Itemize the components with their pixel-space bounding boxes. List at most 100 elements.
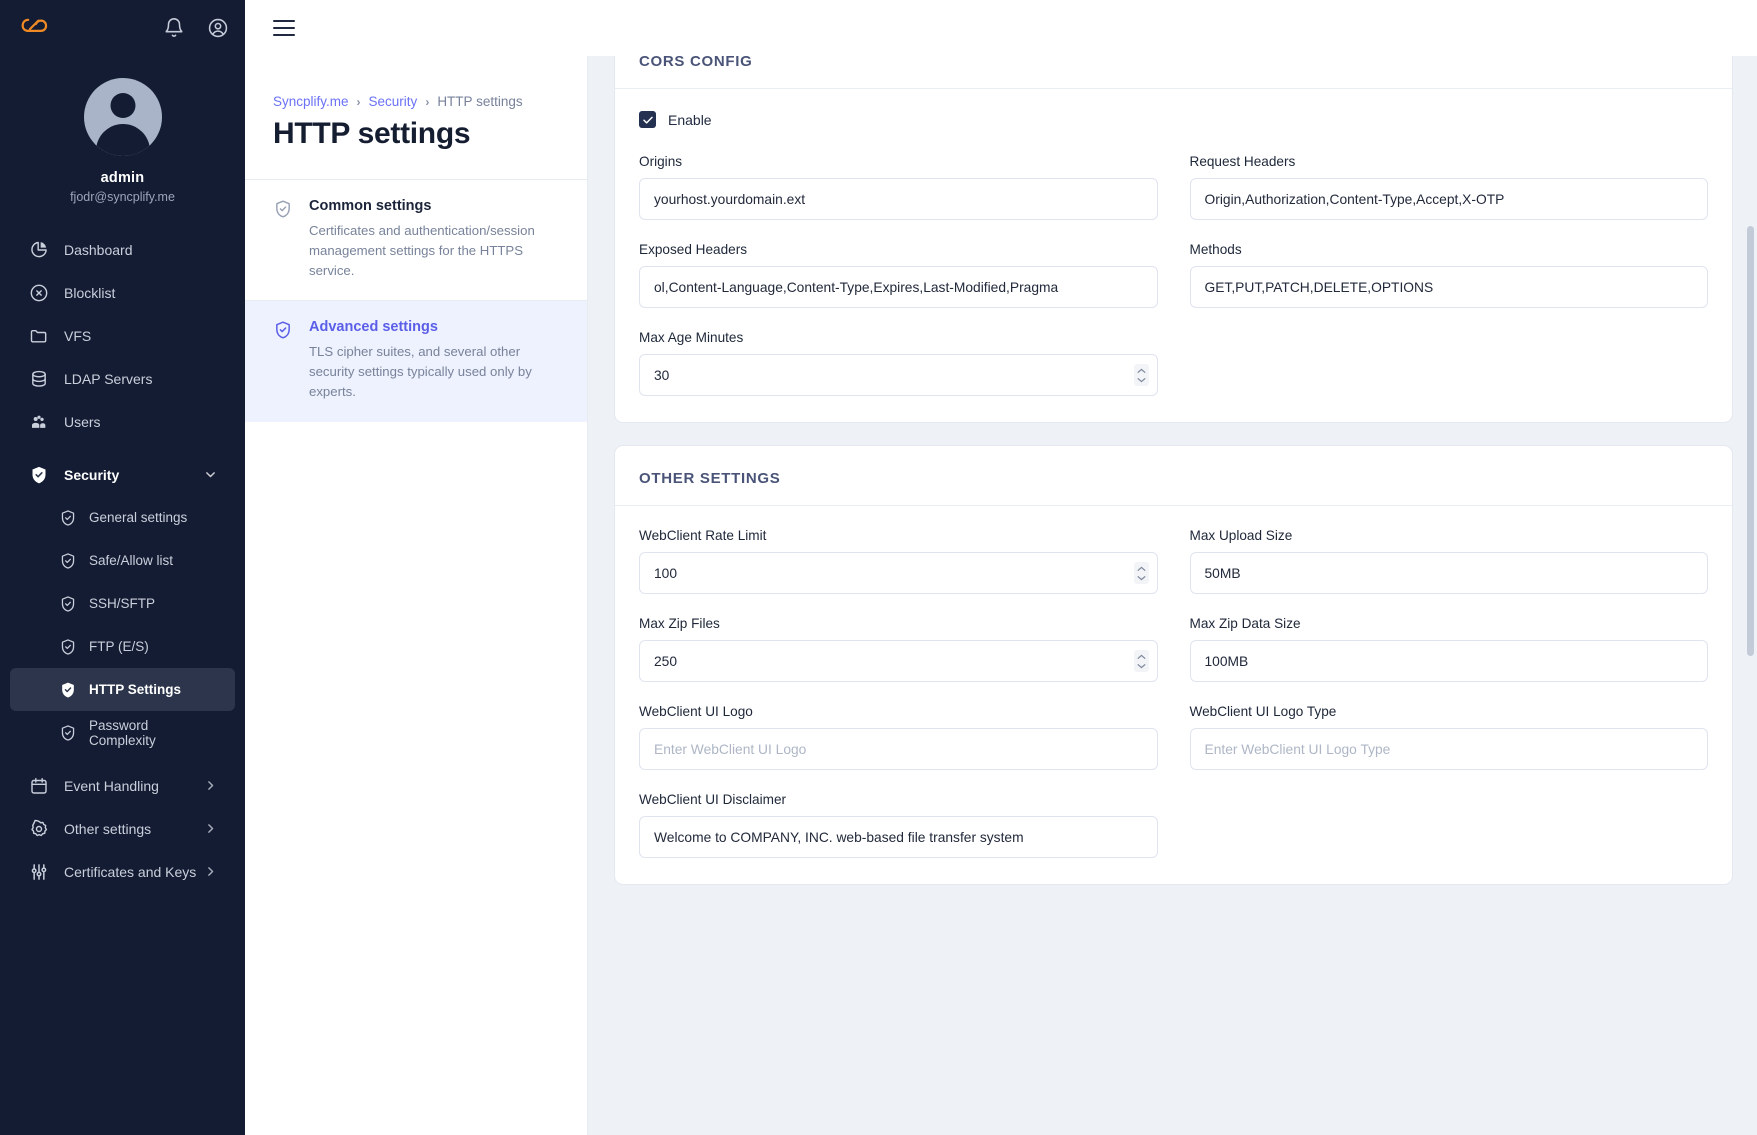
calendar-icon [28, 775, 50, 797]
users-icon [28, 411, 50, 433]
sidebar-item-password-complexity[interactable]: Password Complexity [10, 711, 235, 754]
field-max-age-minutes: Max Age Minutes [639, 330, 1158, 396]
breadcrumb-item-0[interactable]: Syncplify.me [273, 94, 349, 109]
sidebar-item-safe-allow-list[interactable]: Safe/Allow list [10, 539, 235, 582]
other-settings-grid: WebClient Rate Limit 100 Max Upload Size… [639, 528, 1708, 858]
settings-option-common-settings[interactable]: Common settings Certificates and authent… [245, 179, 587, 300]
field-webclient-ui-logo: WebClient UI Logo [639, 704, 1158, 770]
field-label: WebClient UI Logo [639, 704, 753, 719]
notifications-bell-icon[interactable] [163, 17, 185, 39]
sidebar-item-label: Other settings [64, 820, 152, 837]
sidebar-item-label: Users [64, 413, 101, 430]
settings-option-description: TLS cipher suites, and several other sec… [309, 344, 532, 399]
sidebar-item-http-settings[interactable]: HTTP Settings [10, 668, 235, 711]
cors-config-heading: CORS CONFIG [615, 56, 1732, 89]
shield-check-icon [58, 551, 77, 570]
cors-fields-grid: Origins Request Headers [639, 154, 1708, 396]
sidebar-item-vfs[interactable]: VFS [10, 314, 235, 357]
user-profile: admin fjodr@syncplify.me [0, 56, 245, 212]
nav-group-divider [0, 754, 245, 764]
webclient-ui-logo-input[interactable] [639, 728, 1158, 770]
webclient-rate-limit-stepper[interactable] [1133, 562, 1149, 584]
sidebar-item-general-settings[interactable]: General settings [10, 496, 235, 539]
gear-icon [28, 818, 50, 840]
field-label: Max Zip Data Size [1189, 616, 1301, 631]
account-circle-icon[interactable] [207, 17, 229, 39]
settings-content: CORS CONFIG Enable Origins yourhost.your… [588, 56, 1757, 1135]
page-title: HTTP settings [273, 117, 471, 150]
block-circle-icon [28, 282, 50, 304]
sidebar-item-other-settings[interactable]: Other settings [10, 807, 235, 850]
sidebar-item-label: Dashboard [64, 241, 133, 258]
sidebar-item-label: General settings [89, 510, 188, 525]
sidebar-item-ldap-servers[interactable]: LDAP Servers [10, 357, 235, 400]
hamburger-menu-icon[interactable] [273, 19, 295, 36]
field-max-zip-data-size: Max Zip Data Size [1189, 616, 1708, 682]
max-upload-size-input[interactable] [1189, 552, 1708, 594]
sidebar-item-certificates-and-keys[interactable]: Certificates and Keys [10, 850, 235, 893]
webclient-ui-logo-type-input[interactable] [1189, 728, 1708, 770]
cors-config-body: Enable Origins Request Headers [615, 89, 1732, 422]
methods-input[interactable] [1189, 266, 1708, 308]
shield-check-icon [58, 637, 77, 656]
breadcrumb-separator-icon: › [425, 94, 430, 109]
sidebar-item-label: Security [64, 466, 120, 483]
sliders-icon [28, 861, 50, 883]
chevron-down-icon[interactable] [204, 468, 217, 481]
body-area: Syncplify.me › Security › HTTP settings … [245, 56, 1757, 1135]
content-scrollbar[interactable] [1747, 56, 1754, 1135]
sidebar-item-ftp-e-s[interactable]: FTP (E/S) [10, 625, 235, 668]
exposed-headers-input[interactable] [639, 266, 1158, 308]
sidebar-item-label: LDAP Servers [64, 370, 153, 387]
main-area: Syncplify.me › Security › HTTP settings … [245, 0, 1757, 1135]
sidebar-item-label: Safe/Allow list [89, 553, 174, 568]
sidebar-nav: Dashboard Blocklist VFS LDAP Servers Users Se… [0, 228, 245, 1135]
max-zip-data-size-input[interactable] [1189, 640, 1708, 682]
nav-group-divider [0, 443, 245, 453]
sidebar-item-event-handling[interactable]: Event Handling [10, 764, 235, 807]
cors-enable-row: Enable [639, 111, 1708, 128]
breadcrumb-item-1[interactable]: Security [369, 94, 418, 109]
pie-chart-icon [28, 239, 50, 261]
field-label: Max Upload Size [1189, 528, 1293, 543]
field-label: Origins [639, 154, 683, 169]
syncplify-cloud-logo-icon[interactable] [18, 13, 52, 43]
field-max-zip-files: Max Zip Files [639, 616, 1158, 682]
scrollbar-thumb[interactable] [1747, 226, 1754, 656]
chevron-right-icon[interactable] [204, 865, 217, 878]
origins-input[interactable] [639, 178, 1158, 220]
sidebar-item-users[interactable]: Users [10, 400, 235, 443]
sidebar-item-label: Password Complexity [89, 717, 156, 748]
settings-option-description: Certificates and authentication/session … [309, 223, 535, 278]
chevron-down-icon [1137, 663, 1145, 668]
max-zip-files-stepper[interactable] [1133, 650, 1149, 672]
sidebar-item-dashboard[interactable]: Dashboard [10, 228, 235, 271]
sidebar: admin fjodr@syncplify.me Dashboard Blockl… [0, 0, 245, 1135]
other-settings-body: WebClient Rate Limit 100 Max Upload Size… [615, 506, 1732, 884]
shield-check-icon [28, 464, 50, 486]
webclient-rate-limit-input[interactable] [639, 552, 1158, 594]
breadcrumb-separator-icon: › [356, 94, 361, 109]
chevron-right-icon[interactable] [204, 822, 217, 835]
chevron-down-icon [1137, 377, 1145, 382]
chevron-right-icon[interactable] [204, 779, 217, 792]
cors-enable-checkbox[interactable] [639, 111, 656, 128]
max-age-minutes-input[interactable] [639, 354, 1158, 396]
shield-check-icon [58, 723, 77, 742]
sidebar-item-label: FTP (E/S) [89, 639, 149, 654]
shield-check-icon [273, 319, 295, 401]
max-zip-files-input[interactable] [639, 640, 1158, 682]
sidebar-header [0, 0, 245, 56]
other-settings-heading: OTHER SETTINGS [615, 446, 1732, 506]
webclient-ui-disclaimer-input[interactable] [639, 816, 1158, 858]
sidebar-item-ssh-sftp[interactable]: SSH/SFTP [10, 582, 235, 625]
sidebar-item-security[interactable]: Security [10, 453, 235, 496]
request-headers-input[interactable] [1189, 178, 1708, 220]
sidebar-item-blocklist[interactable]: Blocklist [10, 271, 235, 314]
shield-check-icon [58, 594, 77, 613]
field-webclient-ui-logo-type: WebClient UI Logo Type [1189, 704, 1708, 770]
field-label: Request Headers [1189, 154, 1296, 169]
cors-config-card: CORS CONFIG Enable Origins yourhost.your… [614, 56, 1733, 423]
max-age-minutes-stepper[interactable] [1133, 364, 1149, 386]
settings-option-advanced-settings[interactable]: Advanced settings TLS cipher suites, and… [245, 300, 587, 422]
